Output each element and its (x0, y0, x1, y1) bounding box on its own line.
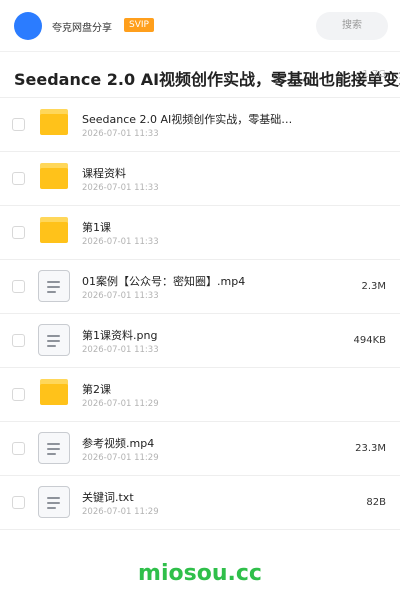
select-checkbox[interactable] (12, 226, 25, 239)
file-name: 关键词.txt (82, 491, 134, 504)
folder-icon (40, 163, 68, 189)
list-item[interactable]: 课程资料 2026-07-01 11:33 (0, 152, 400, 206)
document-icon (38, 324, 70, 356)
folder-icon (40, 109, 68, 135)
file-size: 82B (366, 497, 386, 508)
total-size: 1.7G (362, 69, 386, 80)
select-checkbox[interactable] (12, 334, 25, 347)
folder-icon (40, 217, 68, 243)
file-name: 课程资料 (82, 167, 126, 180)
file-date: 2026-07-01 11:33 (82, 345, 159, 355)
share-title-bar: Seedance 2.0 AI视频创作实战，零基础也能接单变现 1.7G (0, 52, 400, 98)
list-item[interactable]: 第2课 2026-07-01 11:29 (0, 368, 400, 422)
select-checkbox[interactable] (12, 280, 25, 293)
list-item[interactable]: Seedance 2.0 AI视频创作实战，零基础… 2026-07-01 11… (0, 98, 400, 152)
file-size: 494KB (353, 335, 386, 346)
top-bar: 夸克网盘分享 SVIP 搜索 (0, 0, 400, 52)
file-date: 2026-07-01 11:33 (82, 237, 159, 247)
list-item[interactable]: 关键词.txt 2026-07-01 11:29 82B (0, 476, 400, 530)
select-checkbox[interactable] (12, 118, 25, 131)
document-icon (38, 486, 70, 518)
file-date: 2026-07-01 11:33 (82, 129, 159, 139)
document-icon (38, 270, 70, 302)
file-name: 第2课 (82, 383, 111, 396)
select-checkbox[interactable] (12, 172, 25, 185)
file-name: Seedance 2.0 AI视频创作实战，零基础… (82, 113, 293, 126)
folder-icon (40, 379, 68, 405)
list-item[interactable]: 第1课 2026-07-01 11:33 (0, 206, 400, 260)
list-item[interactable]: 参考视频.mp4 2026-07-01 11:29 23.3M (0, 422, 400, 476)
file-date: 2026-07-01 11:29 (82, 507, 159, 517)
select-checkbox[interactable] (12, 496, 25, 509)
file-name: 01案例【公众号：密知圈】.mp4 (82, 275, 246, 288)
user-name: 夸克网盘分享 (52, 23, 112, 34)
file-date: 2026-07-01 11:33 (82, 291, 159, 301)
file-date: 2026-07-01 11:33 (82, 183, 159, 193)
file-size: 23.3M (355, 443, 386, 454)
file-name: 第1课 (82, 221, 111, 234)
svip-badge: SVIP (124, 18, 154, 32)
document-icon (38, 432, 70, 464)
list-item[interactable]: 第1课资料.png 2026-07-01 11:33 494KB (0, 314, 400, 368)
file-date: 2026-07-01 11:29 (82, 453, 159, 463)
page-title: Seedance 2.0 AI视频创作实战，零基础也能接单变现 (14, 70, 400, 89)
select-checkbox[interactable] (12, 388, 25, 401)
file-size: 2.3M (361, 281, 386, 292)
list-item[interactable]: 01案例【公众号：密知圈】.mp4 2026-07-01 11:33 2.3M (0, 260, 400, 314)
file-name: 第1课资料.png (82, 329, 158, 342)
watermark-text: miosou.cc (138, 561, 262, 586)
file-date: 2026-07-01 11:29 (82, 399, 159, 409)
select-checkbox[interactable] (12, 442, 25, 455)
search-button[interactable]: 搜索 (316, 12, 388, 40)
file-name: 参考视频.mp4 (82, 437, 155, 450)
avatar[interactable] (14, 12, 42, 40)
